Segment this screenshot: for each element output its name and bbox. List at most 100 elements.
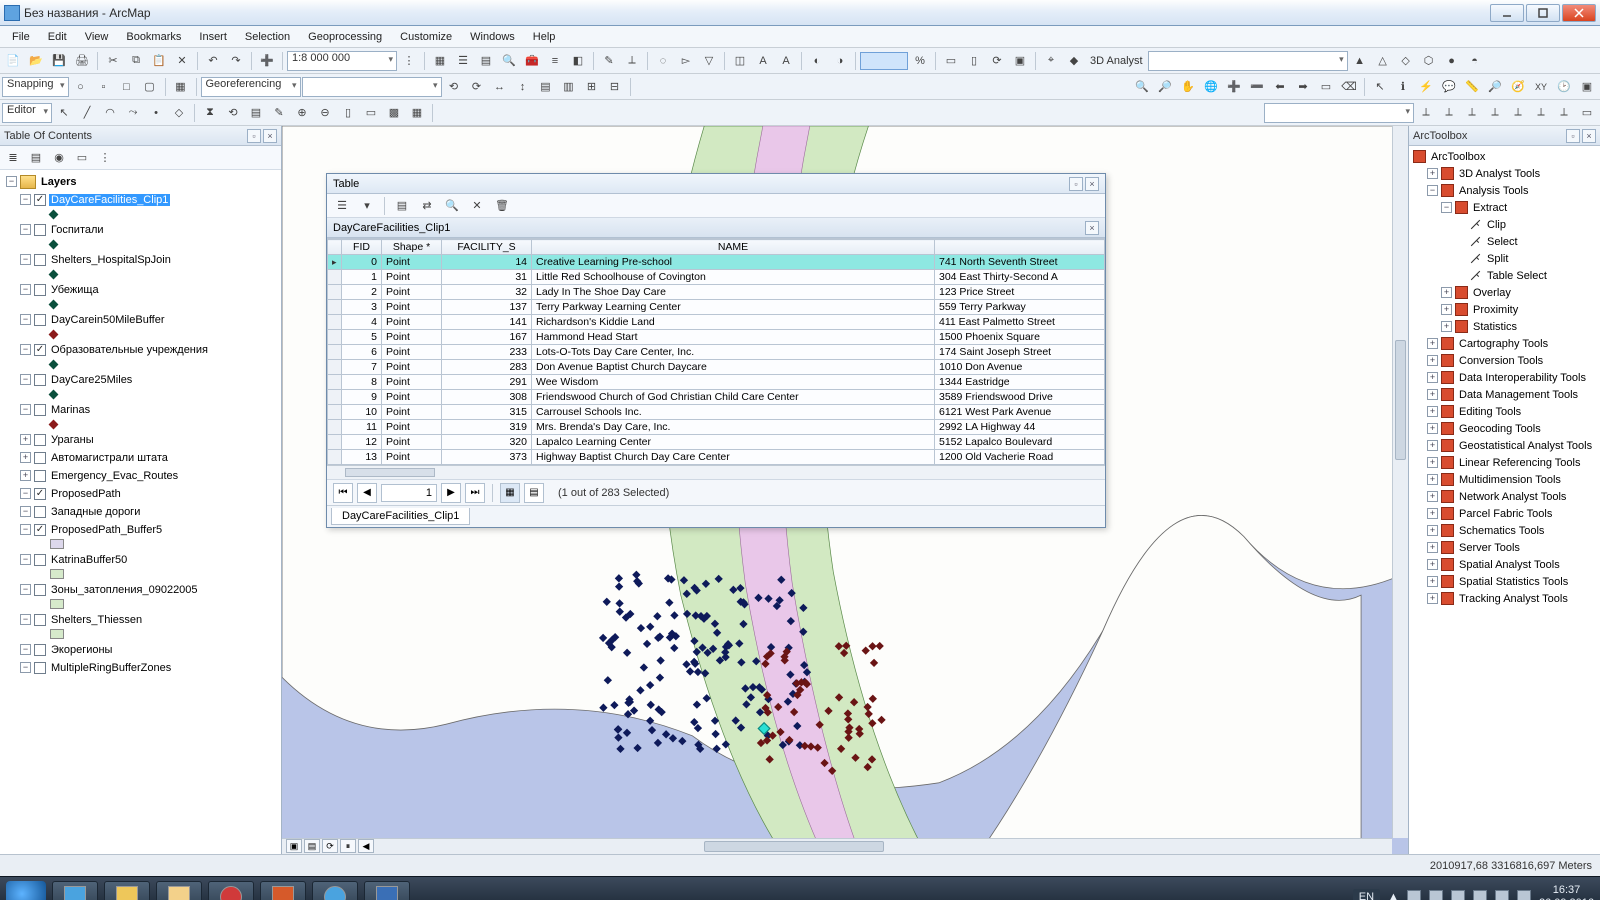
- toolbox-item-label[interactable]: Spatial Statistics Tools: [1457, 576, 1570, 588]
- menu-bookmarks[interactable]: Bookmarks: [118, 29, 189, 45]
- python-icon[interactable]: ≡: [544, 50, 566, 72]
- toolbox-item-label[interactable]: Overlay: [1471, 287, 1513, 299]
- tray-av-icon[interactable]: [1451, 890, 1465, 900]
- table-row[interactable]: 9Point308Friendswood Church of God Chris…: [328, 390, 1105, 405]
- layer-label[interactable]: ProposedPath_Buffer5: [49, 524, 164, 536]
- add-data-icon[interactable]: ➕: [256, 50, 278, 72]
- expander-icon[interactable]: −: [20, 194, 31, 205]
- expander-icon[interactable]: +: [1427, 559, 1438, 570]
- goto-xy-icon[interactable]: XY: [1530, 76, 1552, 98]
- nav-position-input[interactable]: [381, 484, 437, 502]
- editor-target-combo[interactable]: [1264, 103, 1414, 123]
- tray-flag-icon[interactable]: [1407, 890, 1421, 900]
- toc-selection-icon[interactable]: ▭: [71, 147, 93, 169]
- toolbox-item-label[interactable]: Table Select: [1485, 270, 1549, 282]
- layer-checkbox[interactable]: [34, 506, 46, 518]
- layer-label[interactable]: KatrinaBuffer50: [49, 554, 129, 566]
- edit-more4-icon[interactable]: ▭: [360, 102, 382, 124]
- expander-icon[interactable]: +: [1441, 304, 1452, 315]
- print-icon[interactable]: 🖨: [71, 50, 93, 72]
- expander-icon[interactable]: −: [20, 524, 31, 535]
- 3d-icon[interactable]: ◆: [1063, 50, 1085, 72]
- expander-icon[interactable]: −: [6, 176, 17, 187]
- toolbox-item-label[interactable]: Select: [1485, 236, 1520, 248]
- scale-combo[interactable]: 1:8 000 000: [287, 51, 397, 71]
- expander-icon[interactable]: +: [1441, 321, 1452, 332]
- table-sub-close-icon[interactable]: ×: [1085, 221, 1099, 235]
- identify-icon[interactable]: ℹ: [1392, 76, 1414, 98]
- editor-combo[interactable]: Editor: [2, 103, 52, 123]
- menu-customize[interactable]: Customize: [392, 29, 460, 45]
- measure2-icon[interactable]: 📏: [1461, 76, 1483, 98]
- na5-icon[interactable]: ⟂: [1507, 102, 1529, 124]
- column-header[interactable]: FACILITY_S: [442, 240, 532, 255]
- select-features-icon[interactable]: ▭: [1315, 76, 1337, 98]
- menu-edit[interactable]: Edit: [40, 29, 75, 45]
- layer-label[interactable]: ProposedPath: [49, 488, 123, 500]
- layer-label[interactable]: Shelters_HospitalSpJoin: [49, 254, 173, 266]
- gr7-icon[interactable]: ⊞: [581, 76, 603, 98]
- table-switch-icon[interactable]: ⇄: [416, 195, 438, 217]
- snap-grid-icon[interactable]: ▦: [170, 76, 192, 98]
- layer-label[interactable]: Emergency_Evac_Routes: [49, 470, 180, 482]
- toolbox-item-label[interactable]: Analysis Tools: [1457, 185, 1531, 197]
- table-zoom-icon[interactable]: 🔍: [441, 195, 463, 217]
- table-row[interactable]: 12Point320Lapalco Learning Center5152 La…: [328, 435, 1105, 450]
- layer-checkbox[interactable]: ✓: [34, 194, 46, 206]
- tray-up-icon[interactable]: ▲: [1388, 891, 1399, 900]
- start-button[interactable]: [6, 881, 46, 900]
- georef-layer-combo[interactable]: [302, 77, 442, 97]
- toolbox-item-label[interactable]: Conversion Tools: [1457, 355, 1545, 367]
- toolbox-item-label[interactable]: Clip: [1485, 219, 1508, 231]
- arctoolbox-tree[interactable]: ArcToolbox +3D Analyst Tools−Analysis To…: [1409, 146, 1600, 854]
- toc-draworder-icon[interactable]: ≣: [2, 147, 24, 169]
- gr4-icon[interactable]: ↕: [512, 76, 534, 98]
- edit-rotate-icon[interactable]: ⟲: [222, 102, 244, 124]
- expander-icon[interactable]: −: [20, 488, 31, 499]
- snap-point-icon[interactable]: ○: [70, 76, 92, 98]
- georef-combo[interactable]: Georeferencing: [201, 77, 301, 97]
- map-view[interactable]: Table ▫ × ☰ ▾ ▤ ⇄ 🔍 ✕ 🗑 DayCareFacilitie…: [282, 126, 1408, 854]
- expander-icon[interactable]: +: [1427, 355, 1438, 366]
- layout2-icon[interactable]: ▯: [963, 50, 985, 72]
- layer-label[interactable]: MultipleRingBufferZones: [49, 662, 173, 674]
- toolbox-item-label[interactable]: Data Management Tools: [1457, 389, 1580, 401]
- layer-label[interactable]: Marinas: [49, 404, 92, 416]
- layout-view-tab[interactable]: ▤: [304, 839, 320, 853]
- pause-icon[interactable]: ▣: [1009, 50, 1031, 72]
- toc-options-icon[interactable]: ⋮: [94, 147, 116, 169]
- find-icon[interactable]: 🔎: [1484, 76, 1506, 98]
- toc-root-label[interactable]: Layers: [39, 176, 78, 188]
- more2-icon[interactable]: ▽: [698, 50, 720, 72]
- expander-icon[interactable]: +: [1427, 508, 1438, 519]
- layer-label[interactable]: Автомагистрали штата: [49, 452, 170, 464]
- expander-icon[interactable]: −: [1427, 185, 1438, 196]
- transparency-input[interactable]: [860, 52, 908, 70]
- zoom-out-icon[interactable]: 🔎: [1154, 76, 1176, 98]
- toc-visibility-icon[interactable]: ◉: [48, 147, 70, 169]
- toolbox-item-label[interactable]: Tracking Analyst Tools: [1457, 593, 1570, 605]
- toolbox-item-label[interactable]: Geocoding Tools: [1457, 423, 1543, 435]
- column-header[interactable]: [328, 240, 342, 255]
- save-icon[interactable]: 💾: [48, 50, 70, 72]
- table-close-icon[interactable]: ×: [1085, 177, 1099, 191]
- toolbox-item-label[interactable]: Spatial Analyst Tools: [1457, 559, 1562, 571]
- layer-checkbox[interactable]: [34, 470, 46, 482]
- menu-windows[interactable]: Windows: [462, 29, 523, 45]
- new-doc-icon[interactable]: 📄: [2, 50, 24, 72]
- show-all-icon[interactable]: ▦: [500, 483, 520, 503]
- task-opera[interactable]: [208, 881, 254, 900]
- menu-insert[interactable]: Insert: [191, 29, 235, 45]
- toolbox-item-label[interactable]: 3D Analyst Tools: [1457, 168, 1542, 180]
- hyperlink-icon[interactable]: ⚡: [1415, 76, 1437, 98]
- menu-geoprocessing[interactable]: Geoprocessing: [300, 29, 390, 45]
- toolbox-item-label[interactable]: Schematics Tools: [1457, 525, 1546, 537]
- time-slider-icon[interactable]: 🕑: [1553, 76, 1575, 98]
- toc-icon[interactable]: ☰: [452, 50, 474, 72]
- table-clear-icon[interactable]: ✕: [466, 195, 488, 217]
- redo-icon[interactable]: ↷: [225, 50, 247, 72]
- layer-label[interactable]: Shelters_Thiessen: [49, 614, 144, 626]
- expander-icon[interactable]: −: [20, 506, 31, 517]
- expander-icon[interactable]: −: [20, 662, 31, 673]
- expander-icon[interactable]: +: [20, 470, 31, 481]
